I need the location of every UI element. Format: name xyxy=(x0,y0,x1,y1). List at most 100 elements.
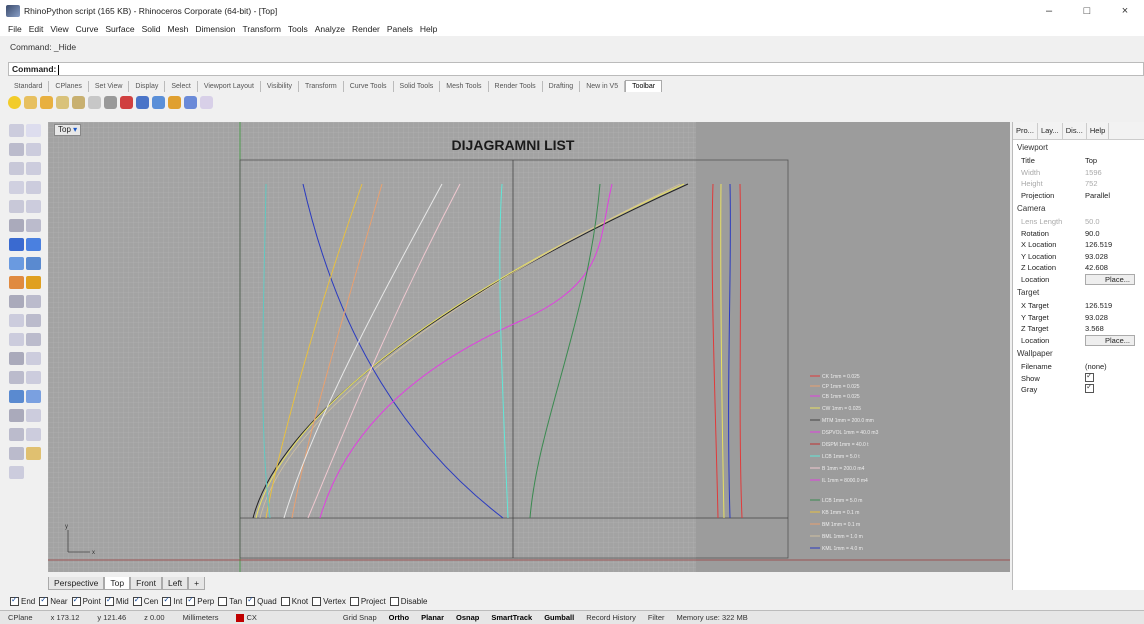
lightbulb-icon[interactable] xyxy=(24,95,37,109)
tab-visibility[interactable]: Visibility xyxy=(261,81,300,92)
property-value[interactable]: Parallel xyxy=(1085,191,1141,200)
menu-file[interactable]: File xyxy=(8,24,22,34)
split-icon[interactable] xyxy=(26,295,41,308)
tab-top[interactable]: Top xyxy=(104,576,131,590)
menu-mesh[interactable]: Mesh xyxy=(168,24,189,34)
property-value[interactable]: Top xyxy=(1085,156,1141,165)
osnap-pane[interactable]: Osnap xyxy=(450,613,485,622)
analyze-icon[interactable] xyxy=(26,428,41,441)
units-label[interactable]: Millimeters xyxy=(175,613,219,622)
smiley-icon[interactable] xyxy=(8,95,21,109)
menu-analyze[interactable]: Analyze xyxy=(315,24,345,34)
osnap-near-checkbox[interactable] xyxy=(39,595,49,606)
group-icon[interactable] xyxy=(26,314,41,327)
osnap-cen-checkbox[interactable] xyxy=(132,595,142,606)
menu-help[interactable]: Help xyxy=(420,24,437,34)
grid-snap-pane[interactable]: Grid Snap xyxy=(337,613,383,622)
property-value[interactable]: 93.028 xyxy=(1085,252,1141,261)
box-icon[interactable] xyxy=(26,238,41,251)
clipping-icon[interactable] xyxy=(200,95,213,109)
tab-render-tools[interactable]: Render Tools xyxy=(489,81,543,92)
property-value[interactable]: 126.519 xyxy=(1085,301,1141,310)
shade-icon[interactable] xyxy=(9,390,24,403)
maximize-button[interactable]: □ xyxy=(1068,0,1106,22)
camera-place-button[interactable]: Place... xyxy=(1085,273,1135,285)
menu-render[interactable]: Render xyxy=(352,24,380,34)
tab-cplanes[interactable]: CPlanes xyxy=(49,81,89,92)
tab-properties[interactable]: Pro... xyxy=(1013,122,1038,139)
ellipse-icon[interactable] xyxy=(26,162,41,175)
minimize-button[interactable]: – xyxy=(1030,0,1068,22)
osnap-quad-checkbox[interactable] xyxy=(246,595,256,606)
rectangle-icon[interactable] xyxy=(26,181,41,194)
tab-display-panel[interactable]: Dis... xyxy=(1063,122,1087,139)
osnap-knot-checkbox[interactable] xyxy=(280,596,290,606)
glasses-icon[interactable] xyxy=(88,95,101,109)
boolean-icon[interactable] xyxy=(9,276,24,289)
binoculars-icon[interactable] xyxy=(104,95,117,109)
ortho-pane[interactable]: Ortho xyxy=(383,613,415,622)
scale-icon[interactable] xyxy=(26,333,41,346)
cylinder-icon[interactable] xyxy=(9,257,24,270)
menu-edit[interactable]: Edit xyxy=(29,24,44,34)
osnap-disable-checkbox[interactable] xyxy=(389,596,399,606)
filter-pane[interactable]: Filter xyxy=(642,613,671,622)
trim-icon[interactable] xyxy=(9,295,24,308)
tab-standard[interactable]: Standard xyxy=(8,81,50,92)
menu-tools[interactable]: Tools xyxy=(288,24,308,34)
current-layer[interactable]: CX xyxy=(228,613,257,622)
top-viewport[interactable]: DIJAGRAMNI LIST CK 1mm = 0.025 CP 1mm = … xyxy=(48,122,1010,572)
polygon-icon[interactable] xyxy=(9,181,24,194)
tab-help[interactable]: Help xyxy=(1087,122,1110,139)
property-value[interactable]: 126.519 xyxy=(1085,240,1141,249)
surface-icon[interactable] xyxy=(9,219,24,232)
explode-icon[interactable] xyxy=(26,276,41,289)
property-value[interactable]: 90.0 xyxy=(1085,229,1141,238)
cplane-label[interactable]: CPlane xyxy=(0,613,33,622)
menu-view[interactable]: View xyxy=(50,24,68,34)
properties-icon[interactable] xyxy=(9,466,24,479)
tab-transform[interactable]: Transform xyxy=(299,81,344,92)
tab-layers[interactable]: Lay... xyxy=(1038,122,1063,139)
osnap-project-checkbox[interactable] xyxy=(349,596,359,606)
tab-mesh-tools[interactable]: Mesh Tools xyxy=(440,81,489,92)
text-icon[interactable] xyxy=(9,352,24,365)
menu-dimension[interactable]: Dimension xyxy=(195,24,235,34)
tab-curve-tools[interactable]: Curve Tools xyxy=(344,81,394,92)
property-value[interactable]: 42.608 xyxy=(1085,263,1141,272)
tab-solid-tools[interactable]: Solid Tools xyxy=(394,81,441,92)
tab-select[interactable]: Select xyxy=(165,81,198,92)
add-viewport-tab[interactable]: + xyxy=(188,576,206,590)
light-settings-icon[interactable] xyxy=(72,95,85,109)
close-button[interactable]: × xyxy=(1106,0,1144,22)
osnap-perp-checkbox[interactable] xyxy=(186,595,196,606)
osnap-vertex-checkbox[interactable] xyxy=(312,596,322,606)
loft-icon[interactable] xyxy=(26,219,41,232)
planar-pane[interactable]: Planar xyxy=(415,613,450,622)
rotate-icon[interactable] xyxy=(9,333,24,346)
select-arrow-icon[interactable] xyxy=(9,124,24,137)
property-value[interactable]: 3.568 xyxy=(1085,324,1141,333)
menu-solid[interactable]: Solid xyxy=(142,24,161,34)
tab-perspective[interactable]: Perspective xyxy=(48,576,105,590)
tab-viewport-layout[interactable]: Viewport Layout xyxy=(198,81,261,92)
object-properties-icon[interactable] xyxy=(168,95,181,109)
fillet-icon[interactable] xyxy=(26,200,41,213)
wallpaper-show-checkbox[interactable] xyxy=(1085,371,1094,382)
menu-panels[interactable]: Panels xyxy=(387,24,413,34)
tab-display[interactable]: Display xyxy=(129,81,166,92)
render-icon[interactable] xyxy=(26,390,41,403)
tab-toolbar[interactable]: Toolbar xyxy=(625,80,663,92)
smarttrack-pane[interactable]: SmartTrack xyxy=(485,613,538,622)
record-history-pane[interactable]: Record History xyxy=(580,613,642,622)
osnap-mid-checkbox[interactable] xyxy=(104,595,114,606)
sphere-icon[interactable] xyxy=(9,238,24,251)
dimension-icon[interactable] xyxy=(26,352,41,365)
arc-icon[interactable] xyxy=(9,200,24,213)
grid-array-icon[interactable] xyxy=(9,409,24,422)
plane-icon[interactable] xyxy=(184,95,197,109)
array-icon[interactable] xyxy=(9,371,24,384)
lightbulbs-icon[interactable] xyxy=(56,95,69,109)
mirror-icon[interactable] xyxy=(26,409,41,422)
cube-icon[interactable] xyxy=(152,95,165,109)
